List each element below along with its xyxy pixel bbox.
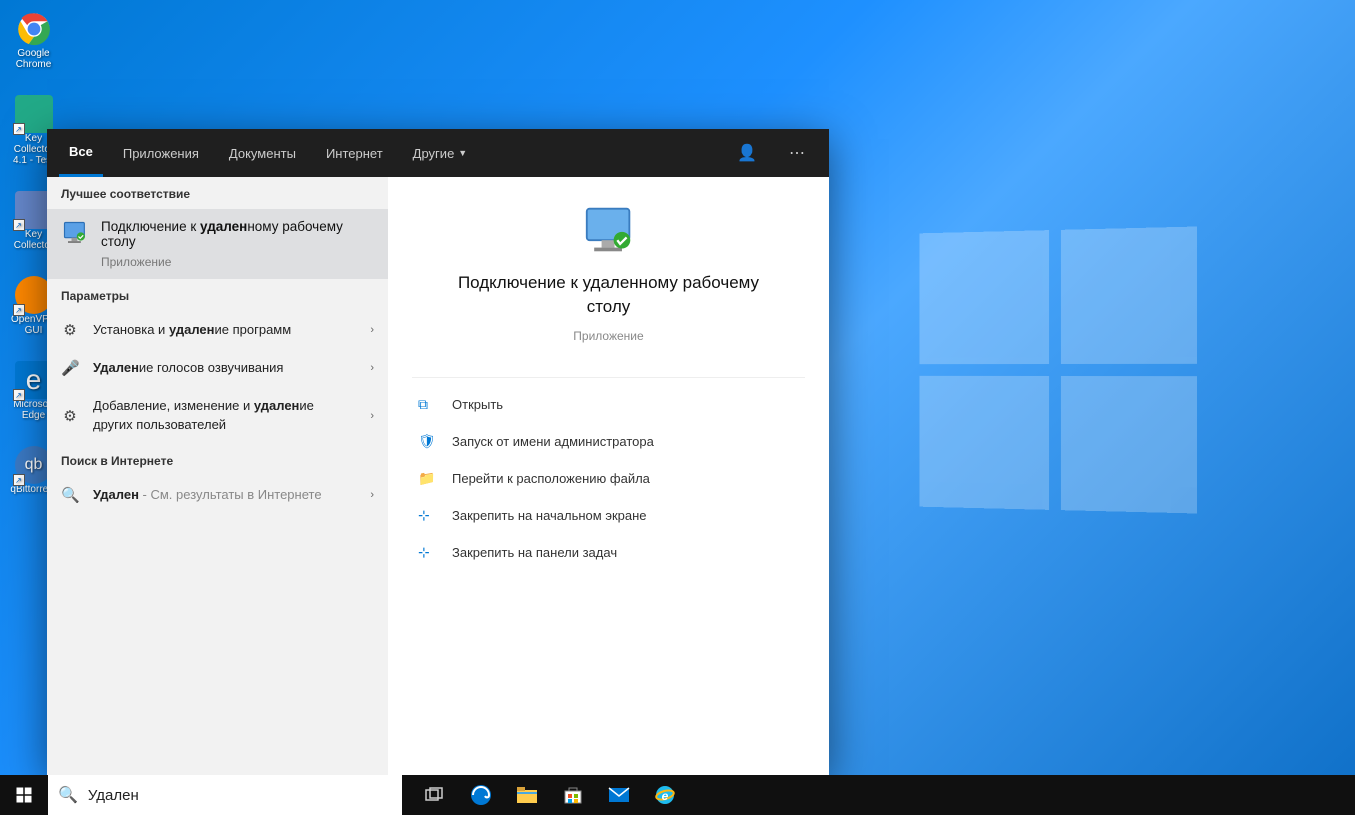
result-manage-users[interactable]: ⚙ Добавление, изменение и удаление други… <box>47 387 388 443</box>
preview-rdp-icon <box>412 205 805 255</box>
preview-subtitle: Приложение <box>412 329 805 343</box>
microphone-icon: 🎤 <box>61 359 79 377</box>
result-text: Установка и удаление программ <box>93 321 356 339</box>
best-match-result[interactable]: Подключение к удаленному рабочему столу … <box>47 209 388 279</box>
pin-icon: ⊹ <box>418 544 436 561</box>
gear-icon: ⚙ <box>61 407 79 425</box>
result-uninstall-programs[interactable]: ⚙ Установка и удаление программ › <box>47 311 388 349</box>
search-results-column: Лучшее соответствие Подключение к удален… <box>47 177 388 775</box>
chrome-icon <box>15 10 53 48</box>
action-pin-start[interactable]: ⊹ Закрепить на начальном экране <box>412 497 805 534</box>
taskbar-mail[interactable] <box>596 775 642 815</box>
action-label: Закрепить на панели задач <box>452 545 617 560</box>
action-label: Открыть <box>452 397 503 412</box>
taskbar-ie[interactable]: e <box>642 775 688 815</box>
chevron-down-icon: ▼ <box>458 148 467 158</box>
action-label: Запуск от имени администратора <box>452 434 654 449</box>
taskbar-search-box[interactable]: 🔍 <box>48 775 402 815</box>
start-button[interactable] <box>0 775 48 815</box>
action-label: Перейти к расположению файла <box>452 471 650 486</box>
action-open[interactable]: ⧉ Открыть <box>412 386 805 423</box>
desktop-icon-chrome[interactable]: Google Chrome <box>6 10 61 70</box>
tab-documents[interactable]: Документы <box>219 129 306 177</box>
folder-icon: 📁 <box>418 470 436 487</box>
windows-icon <box>15 786 33 804</box>
search-icon: 🔍 <box>61 486 79 504</box>
chevron-right-icon: › <box>370 410 374 422</box>
open-icon: ⧉ <box>418 396 436 413</box>
search-preview-column: Подключение к удаленному рабочему столу … <box>388 177 829 775</box>
tab-internet[interactable]: Интернет <box>316 129 393 177</box>
taskview-button[interactable] <box>412 775 458 815</box>
chevron-right-icon: › <box>370 489 374 501</box>
best-match-title: Подключение к удаленному рабочему столу <box>101 219 374 249</box>
chevron-right-icon: › <box>370 362 374 374</box>
tab-more[interactable]: Другие▼ <box>403 129 478 177</box>
preview-actions: ⧉ Открыть 🛡 Запуск от имени администрато… <box>412 377 805 571</box>
gear-icon: ⚙ <box>61 321 79 339</box>
tab-all[interactable]: Все <box>59 129 103 177</box>
more-options-icon[interactable]: ⋯ <box>777 143 817 163</box>
section-settings: Параметры <box>47 279 388 311</box>
taskbar: 🔍 e <box>0 775 1355 815</box>
result-text: Удален - См. результаты в Интернете <box>93 486 356 504</box>
action-run-as-admin[interactable]: 🛡 Запуск от имени администратора <box>412 423 805 460</box>
desktop-icon-label: Google Chrome <box>6 48 61 70</box>
result-remove-voices[interactable]: 🎤 Удаление голосов озвучивания › <box>47 349 388 387</box>
feedback-icon[interactable]: 👤 <box>727 143 767 163</box>
result-text: Удаление голосов озвучивания <box>93 359 356 377</box>
section-best-match: Лучшее соответствие <box>47 177 388 209</box>
app-icon: ↗ <box>15 95 53 133</box>
svg-text:e: e <box>662 789 669 803</box>
best-match-subtitle: Приложение <box>101 255 374 269</box>
chevron-right-icon: › <box>370 324 374 336</box>
search-body: Лучшее соответствие Подключение к удален… <box>47 177 829 775</box>
tab-apps[interactable]: Приложения <box>113 129 209 177</box>
action-label: Закрепить на начальном экране <box>452 508 647 523</box>
wallpaper-windows-logo <box>920 227 1197 514</box>
search-icon: 🔍 <box>58 785 78 805</box>
taskbar-edge[interactable] <box>458 775 504 815</box>
section-web: Поиск в Интернете <box>47 444 388 476</box>
preview-title: Подключение к удаленному рабочему столу <box>412 271 805 319</box>
taskbar-explorer[interactable] <box>504 775 550 815</box>
rdp-icon <box>61 219 89 247</box>
pin-icon: ⊹ <box>418 507 436 524</box>
search-panel: Все Приложения Документы Интернет Другие… <box>47 129 829 775</box>
result-web-search[interactable]: 🔍 Удален - См. результаты в Интернете › <box>47 476 388 514</box>
shield-icon: 🛡 <box>418 433 436 450</box>
search-tabs: Все Приложения Документы Интернет Другие… <box>47 129 829 177</box>
result-text: Добавление, изменение и удаление других … <box>93 397 356 433</box>
search-input[interactable] <box>88 787 392 804</box>
taskbar-store[interactable] <box>550 775 596 815</box>
action-open-file-location[interactable]: 📁 Перейти к расположению файла <box>412 460 805 497</box>
action-pin-taskbar[interactable]: ⊹ Закрепить на панели задач <box>412 534 805 571</box>
